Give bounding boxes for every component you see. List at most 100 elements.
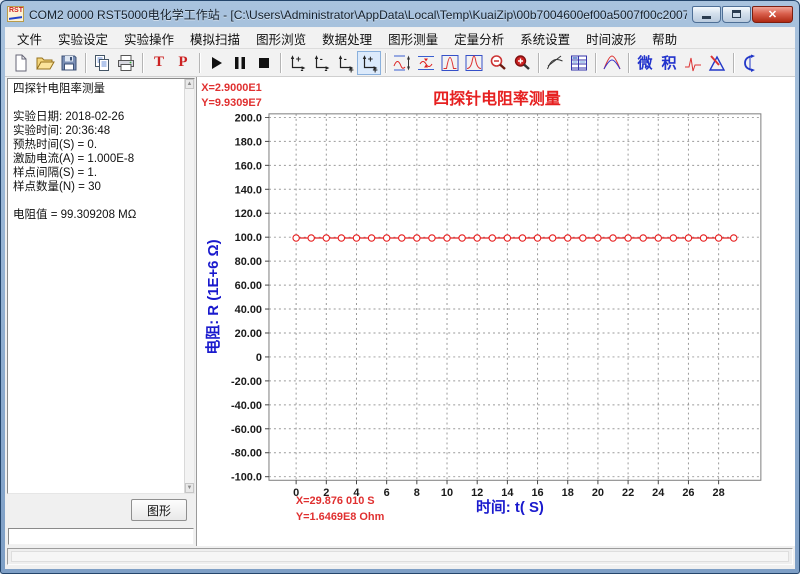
data-point[interactable] [383,235,389,241]
data-point[interactable] [353,235,359,241]
panel-scrollbar[interactable]: ▲ ▼ [184,79,194,493]
data-point[interactable] [323,235,329,241]
graph-button[interactable]: 图形 [131,499,187,521]
menu-item-10[interactable]: 帮助 [644,27,685,50]
minimize-button[interactable] [692,6,721,23]
restore-button[interactable] [722,6,751,23]
differential-icon[interactable]: 微 [633,51,657,75]
data-point[interactable] [368,235,374,241]
overlay-curves-icon[interactable] [600,51,624,75]
menu-item-1[interactable]: 实验设定 [50,27,116,50]
data-point[interactable] [565,235,571,241]
data-point[interactable] [504,235,510,241]
data-point[interactable] [489,235,495,241]
app-window: RST COM2 0000 RST5000电化学工作站 - [C:\Users\… [0,0,800,574]
data-point[interactable] [429,235,435,241]
menu-item-2[interactable]: 实验操作 [116,27,182,50]
integral-icon[interactable]: 积 [657,51,681,75]
peak-wide-icon[interactable] [462,51,486,75]
x-axis-label: 时间: t( S) [476,498,544,516]
svg-text:-: - [325,65,328,73]
data-point[interactable] [685,235,691,241]
chart-region[interactable]: 200.0180.0160.0140.0120.0100.080.0060.00… [197,77,795,546]
panel-line: 样点间隔(S) = 1. [13,166,182,180]
measure-icon[interactable] [705,51,729,75]
restore-icon [732,10,741,18]
scroll-up-icon[interactable]: ▲ [185,79,194,89]
experiment-info-text: 四探针电阻率测量 实验日期: 2018-02-26实验时间: 20:36:48预… [13,82,182,222]
y-tick-label: 20.00 [235,328,262,340]
data-point[interactable] [474,235,480,241]
copy-icon[interactable] [90,51,114,75]
data-point[interactable] [459,235,465,241]
save-icon[interactable] [57,51,81,75]
menu-item-0[interactable]: 文件 [9,27,50,50]
data-point[interactable] [640,235,646,241]
y-axis-label: 电阻: R (1E+6 Ω) [204,239,222,354]
data-point[interactable] [338,235,344,241]
status-message [11,551,789,562]
data-point[interactable] [308,235,314,241]
menu-item-6[interactable]: 图形测量 [380,27,446,50]
y-tick-label: 160.0 [235,160,262,172]
data-point[interactable] [700,235,706,241]
data-point[interactable] [731,235,737,241]
rotate-3d-icon[interactable] [738,51,762,75]
data-point[interactable] [670,235,676,241]
axis-minus-plus-icon[interactable]: -+ [333,51,357,75]
minimize-icon [702,16,711,19]
toolbar-separator [385,53,386,73]
play-icon[interactable] [204,51,228,75]
stop-icon[interactable] [252,51,276,75]
y-tick-label: 200.0 [235,112,262,124]
peak-narrow-icon[interactable] [438,51,462,75]
print-icon[interactable] [114,51,138,75]
new-file-icon[interactable] [9,51,33,75]
open-file-icon[interactable] [33,51,57,75]
menu-item-8[interactable]: 系统设置 [512,27,578,50]
zoom-in-icon[interactable] [510,51,534,75]
menu-item-9[interactable]: 时间波形 [578,27,644,50]
panel-footer-field[interactable] [8,528,194,545]
curve-vstretch-icon[interactable] [390,51,414,75]
window-controls: ✕ [692,6,793,23]
data-point[interactable] [399,235,405,241]
app-icon[interactable]: RST [7,6,24,22]
data-point[interactable] [519,235,525,241]
data-point[interactable] [293,235,299,241]
data-point[interactable] [625,235,631,241]
menu-item-7[interactable]: 定量分析 [446,27,512,50]
experiment-info-panel[interactable]: 四探针电阻率测量 实验日期: 2018-02-26实验时间: 20:36:48预… [7,78,195,494]
data-point[interactable] [444,235,450,241]
text-t-icon[interactable]: T [147,51,171,75]
data-point[interactable] [534,235,540,241]
zoom-out-icon[interactable] [486,51,510,75]
y-tick-label: -80.00 [231,448,262,460]
data-point[interactable] [610,235,616,241]
data-point[interactable] [595,235,601,241]
text-p-icon[interactable]: P [171,51,195,75]
x-tick-label: 10 [441,487,453,499]
data-point[interactable] [549,235,555,241]
curve-compress-icon[interactable] [414,51,438,75]
menu-item-3[interactable]: 模拟扫描 [182,27,248,50]
tangent-icon[interactable] [543,51,567,75]
data-point[interactable] [414,235,420,241]
status-bar [7,548,793,565]
title-bar[interactable]: RST COM2 0000 RST5000电化学工作站 - [C:\Users\… [1,1,799,27]
x-tick-label: 22 [622,487,634,499]
scroll-down-icon[interactable]: ▼ [185,483,194,493]
data-table-icon[interactable] [567,51,591,75]
derivative-curve-icon[interactable] [681,51,705,75]
data-point[interactable] [715,235,721,241]
data-point[interactable] [580,235,586,241]
y-tick-label: 60.00 [235,280,262,292]
data-point[interactable] [655,235,661,241]
close-button[interactable]: ✕ [752,6,793,23]
menu-item-4[interactable]: 图形浏览 [248,27,314,50]
axis-plus-minus-icon[interactable]: +- [285,51,309,75]
axis-plus-plus-icon[interactable]: ++ [357,51,381,75]
menu-item-5[interactable]: 数据处理 [314,27,380,50]
pause-icon[interactable] [228,51,252,75]
axis-minus-minus-icon[interactable]: -- [309,51,333,75]
